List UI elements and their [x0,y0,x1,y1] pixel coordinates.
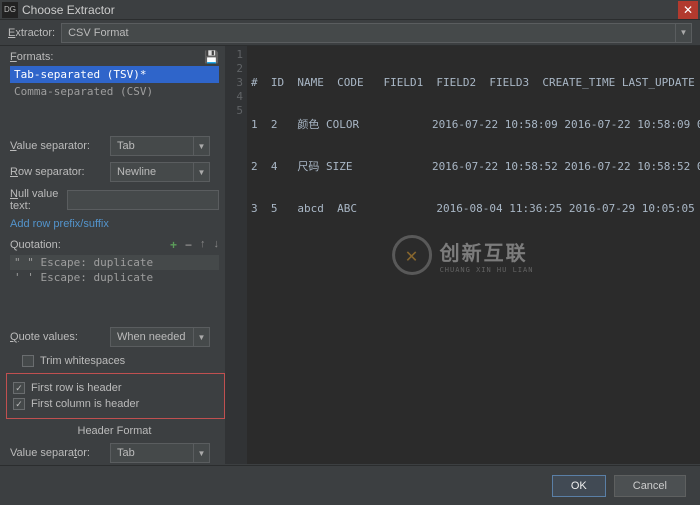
formats-list[interactable]: Tab-separated (TSV)* Comma-separated (CS… [10,66,219,100]
close-icon[interactable]: ✕ [678,1,698,19]
quotation-row[interactable]: " " Escape: duplicate [10,255,219,270]
chevron-down-icon: ▼ [675,24,691,42]
quote-values-label: Quote values: [10,331,110,343]
quote-values-select[interactable]: When needed ▼ [110,327,210,347]
trim-checkbox[interactable] [22,355,34,367]
extractor-select[interactable]: CSV Format ▼ [61,23,692,43]
header-format-label: Header Format [10,425,219,437]
value-sep-label: Value separator: [10,140,110,152]
app-icon: DG [2,2,18,18]
preview-pane: 1 2 3 4 5 # ID NAME CODE FIELD1 FIELD2 F… [225,46,700,464]
chevron-down-icon: ▼ [193,328,209,346]
format-item-csv[interactable]: Comma-separated (CSV) [10,83,219,100]
preview-code[interactable]: # ID NAME CODE FIELD1 FIELD2 FIELD3 CREA… [247,46,700,274]
plus-icon[interactable]: + [170,238,177,252]
formats-label: Formats: [10,51,53,63]
minus-icon[interactable]: − [185,238,192,252]
hf-value-sep-value: Tab [117,447,135,459]
chevron-down-icon: ▼ [193,137,209,155]
preview-line: 2 4 尺码 SIZE 2016-07-22 10:58:52 2016-07-… [251,160,696,174]
left-pane: Formats: 💾 Tab-separated (TSV)* Comma-se… [0,46,225,464]
highlight-box: First row is header First column is head… [6,373,225,419]
save-icon[interactable]: 💾 [204,50,219,64]
null-value-label: Null value text: [10,188,67,212]
chevron-down-icon: ▼ [193,163,209,181]
arrow-down-icon[interactable]: ↓ [214,238,220,252]
quotation-list[interactable]: " " Escape: duplicate ' ' Escape: duplic… [10,255,219,285]
arrow-up-icon[interactable]: ↑ [200,238,206,252]
first-col-label: First column is header [31,398,139,410]
quotation-row[interactable]: ' ' Escape: duplicate [10,270,219,285]
quotation-label: Quotation: [10,239,61,251]
first-row-checkbox[interactable] [13,382,25,394]
row-sep-value: Newline [117,166,156,178]
preview-line: # ID NAME CODE FIELD1 FIELD2 FIELD3 CREA… [251,76,696,90]
button-bar: OK Cancel [0,465,700,505]
value-sep-value: Tab [117,140,135,152]
cancel-button[interactable]: Cancel [614,475,686,497]
extractor-label: Extractor: [8,27,55,39]
quote-values-value: When needed [117,331,186,343]
title-bar: DG Choose Extractor ✕ [0,0,700,20]
value-sep-select[interactable]: Tab ▼ [110,136,210,156]
preview-line: 1 2 颜色 COLOR 2016-07-22 10:58:09 2016-07… [251,118,696,132]
extractor-row: Extractor: CSV Format ▼ [0,20,700,46]
add-prefix-link[interactable]: Add row prefix/suffix [10,218,219,230]
row-sep-label: Row separator: [10,166,110,178]
format-item-tsv[interactable]: Tab-separated (TSV)* [10,66,219,83]
window-title: Choose Extractor [22,3,678,17]
first-row-label: First row is header [31,382,122,394]
row-sep-select[interactable]: Newline ▼ [110,162,210,182]
extractor-value: CSV Format [68,27,129,39]
formats-label-row: Formats: 💾 [10,50,219,64]
null-value-input[interactable] [67,190,219,210]
chevron-down-icon: ▼ [193,444,209,462]
hf-value-sep-select[interactable]: Tab ▼ [110,443,210,463]
first-col-checkbox[interactable] [13,398,25,410]
gutter: 1 2 3 4 5 [225,46,247,464]
hf-value-sep-label: Value separator: [10,447,110,459]
trim-label: Trim whitespaces [40,355,125,367]
preview-line: 3 5 abcd ABC 2016-08-04 11:36:25 2016-07… [251,202,696,216]
ok-button[interactable]: OK [552,475,606,497]
